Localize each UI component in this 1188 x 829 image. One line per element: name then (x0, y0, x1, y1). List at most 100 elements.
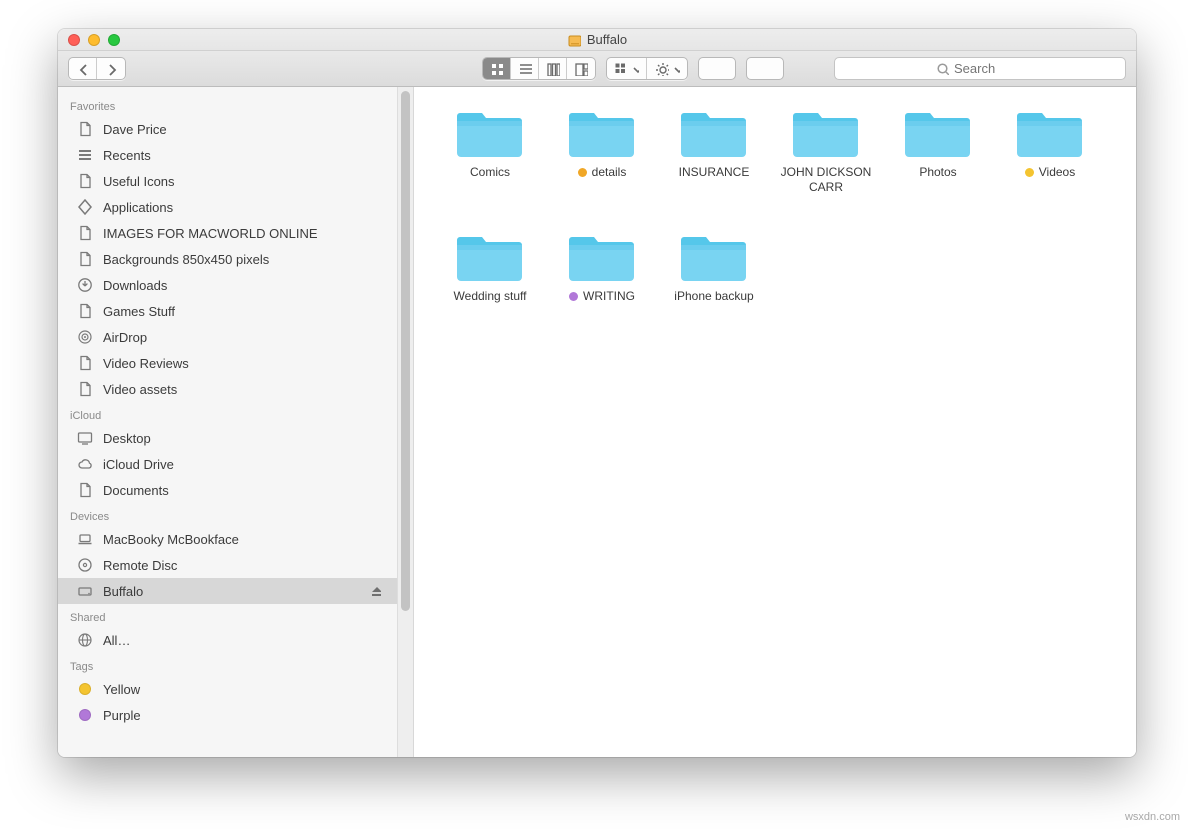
folder-item[interactable]: Videos (994, 103, 1106, 195)
eject-button[interactable] (369, 584, 381, 599)
folder-name: Wedding stuff (454, 289, 527, 304)
sidebar-item-label: Yellow (103, 682, 140, 697)
arrange-group (606, 57, 688, 80)
doc-icon (76, 120, 94, 138)
window-title-text: Buffalo (587, 32, 627, 47)
gallery-view-button[interactable] (567, 58, 595, 79)
sidebar-item-label: Dave Price (103, 122, 167, 137)
folder-item[interactable]: iPhone backup (658, 227, 770, 304)
sidebar-item-label: All… (103, 633, 130, 648)
list-view-button[interactable] (511, 58, 539, 79)
sidebar-item[interactable]: Buffalo (58, 578, 397, 604)
sidebar-item[interactable]: Remote Disc (58, 552, 397, 578)
tag-dot-icon (1025, 168, 1034, 177)
back-button[interactable] (69, 58, 97, 79)
folder-item[interactable]: WRITING (546, 227, 658, 304)
sidebar-item-label: Video assets (103, 382, 177, 397)
sidebar-item[interactable]: Yellow (58, 676, 397, 702)
sidebar-item-label: MacBooky McBookface (103, 532, 239, 547)
folder-label: Videos (1025, 165, 1075, 180)
tags-button[interactable] (746, 57, 784, 80)
sidebar-item-label: Desktop (103, 431, 151, 446)
sidebar-item-label: Buffalo (103, 584, 143, 599)
folder-item[interactable]: details (546, 103, 658, 195)
doc-icon (76, 380, 94, 398)
doc-icon (76, 481, 94, 499)
folder-icon (454, 103, 526, 159)
action-button[interactable] (647, 58, 687, 79)
search-input[interactable] (954, 61, 1024, 76)
folder-label: iPhone backup (674, 289, 753, 304)
doc-icon (76, 224, 94, 242)
sidebar-item[interactable]: Downloads (58, 272, 397, 298)
folder-item[interactable]: Photos (882, 103, 994, 195)
sidebar-item[interactable]: MacBooky McBookface (58, 526, 397, 552)
folder-name: Photos (919, 165, 956, 180)
doc-icon (76, 302, 94, 320)
folder-icon (454, 227, 526, 283)
sidebar-section-header: Favorites (58, 93, 397, 116)
content-area[interactable]: Comics details INSURANCE JOHN DICKSON CARR P… (414, 87, 1136, 757)
traffic-lights (68, 34, 120, 46)
nav-buttons (68, 57, 126, 80)
tag-dot-icon (569, 292, 578, 301)
folder-label: Comics (470, 165, 510, 180)
scrollbar-track[interactable] (397, 87, 413, 757)
folder-name: details (592, 165, 627, 180)
minimize-button[interactable] (88, 34, 100, 46)
folder-icon (566, 103, 638, 159)
sidebar-item-label: Backgrounds 850x450 pixels (103, 252, 269, 267)
folder-name: JOHN DICKSON CARR (772, 165, 880, 195)
folder-label: details (578, 165, 627, 180)
sidebar-item[interactable]: Documents (58, 477, 397, 503)
sidebar-item-label: AirDrop (103, 330, 147, 345)
folder-item[interactable]: JOHN DICKSON CARR (770, 103, 882, 195)
sidebar-item[interactable]: All… (58, 627, 397, 653)
folder-item[interactable]: Comics (434, 103, 546, 195)
sidebar: Favorites Dave Price RecentsUseful IconsAp… (58, 87, 414, 757)
sidebar-item[interactable]: Recents (58, 142, 397, 168)
sidebar-section-header: Shared (58, 604, 397, 627)
doc-icon (76, 172, 94, 190)
disc-icon (76, 556, 94, 574)
zoom-button[interactable] (108, 34, 120, 46)
sidebar-item[interactable]: Backgrounds 850x450 pixels (58, 246, 397, 272)
gear-icon (655, 62, 669, 76)
search-icon (936, 62, 949, 75)
desktop-icon (76, 429, 94, 447)
folder-label: INSURANCE (679, 165, 750, 180)
sidebar-item[interactable]: Video assets (58, 376, 397, 402)
sidebar-item[interactable]: iCloud Drive (58, 451, 397, 477)
folder-item[interactable]: INSURANCE (658, 103, 770, 195)
share-button[interactable] (698, 57, 736, 80)
sidebar-item[interactable]: Video Reviews (58, 350, 397, 376)
tag-icon (76, 680, 94, 698)
sidebar-item[interactable]: IMAGES FOR MACWORLD ONLINE (58, 220, 397, 246)
folder-label: Photos (919, 165, 956, 180)
sidebar-item[interactable]: Useful Icons (58, 168, 397, 194)
column-view-button[interactable] (539, 58, 567, 79)
sidebar-item[interactable]: Applications (58, 194, 397, 220)
laptop-icon (76, 530, 94, 548)
sidebar-item[interactable]: AirDrop (58, 324, 397, 350)
sidebar-item[interactable]: Purple (58, 702, 397, 728)
forward-button[interactable] (97, 58, 125, 79)
folder-icon (902, 103, 974, 159)
icon-view-button[interactable] (483, 58, 511, 79)
chevron-down-icon (630, 62, 639, 76)
sidebar-item[interactable]: Games Stuff (58, 298, 397, 324)
scrollbar-thumb[interactable] (401, 91, 410, 611)
globe-icon (76, 631, 94, 649)
folder-icon (566, 227, 638, 283)
sidebar-item[interactable]: Desktop (58, 425, 397, 451)
search-field[interactable] (834, 57, 1126, 80)
sidebar-scroll[interactable]: Favorites Dave Price RecentsUseful IconsAp… (58, 87, 397, 757)
sidebar-item[interactable]: Dave Price (58, 116, 397, 142)
close-button[interactable] (68, 34, 80, 46)
folder-name: Comics (470, 165, 510, 180)
arrange-button[interactable] (607, 58, 647, 79)
folder-item[interactable]: Wedding stuff (434, 227, 546, 304)
airdrop-icon (76, 328, 94, 346)
folder-name: INSURANCE (679, 165, 750, 180)
apps-icon (76, 198, 94, 216)
